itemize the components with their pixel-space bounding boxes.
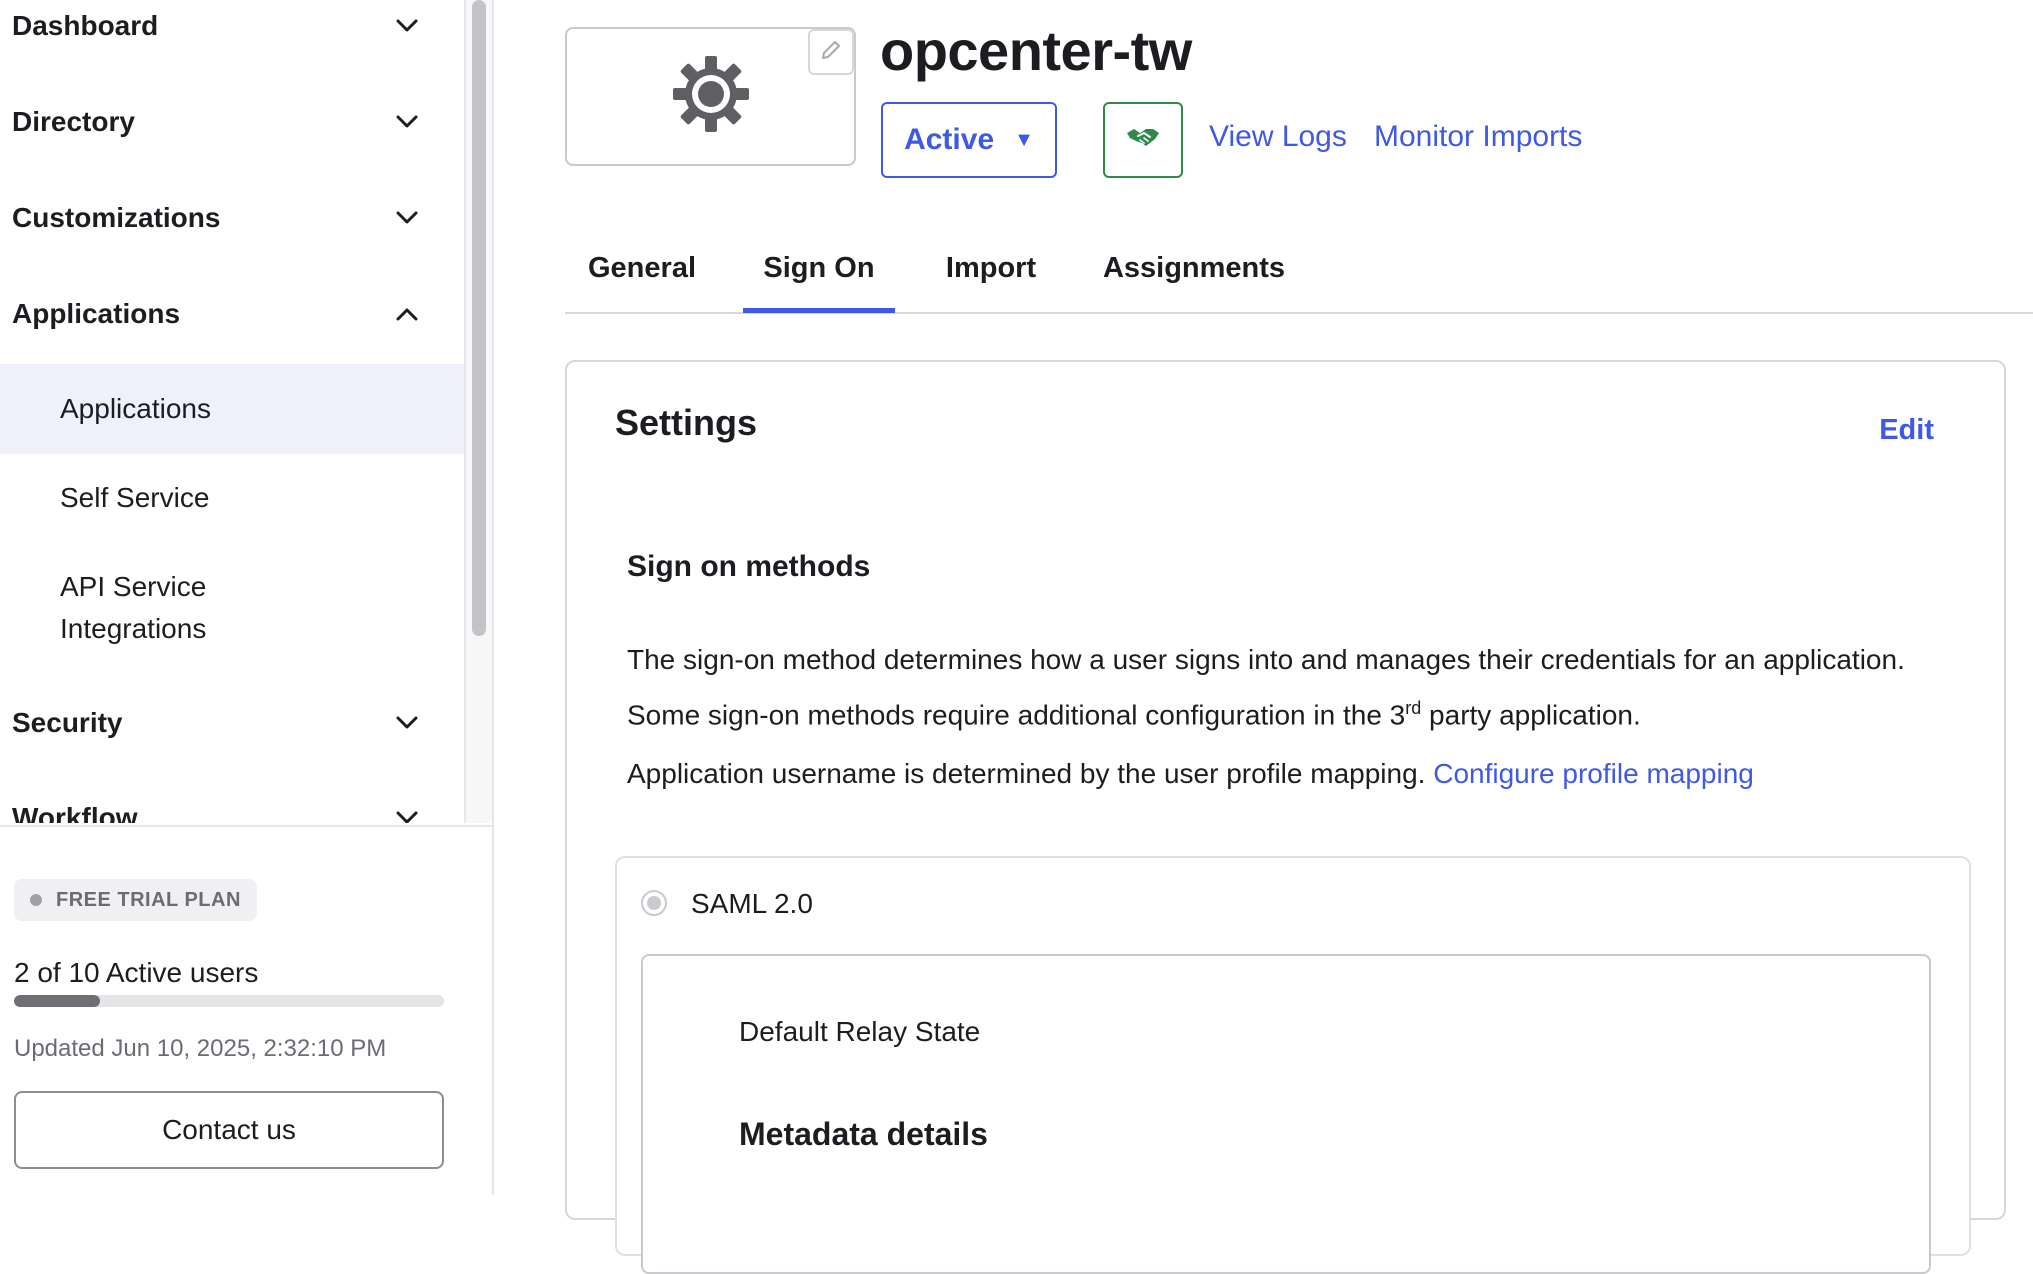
last-updated-timestamp: Updated Jun 10, 2025, 2:32:10 PM <box>14 1035 387 1062</box>
app-title: opcenter-tw <box>880 19 1192 82</box>
sidebar-item-self-service[interactable]: Self Service <box>0 477 464 519</box>
saml-radio-label: SAML 2.0 <box>691 888 813 919</box>
chevron-down-icon <box>392 11 422 41</box>
chevron-down-icon <box>392 803 422 823</box>
sidebar-footer: FREE TRIAL PLAN 2 of 10 Active users Upd… <box>0 825 492 1197</box>
sidebar-section-label: Dashboard <box>12 10 159 41</box>
chevron-down-icon <box>392 203 422 233</box>
sidebar-scrollbar-thumb[interactable] <box>472 0 486 636</box>
settings-card: Settings Edit Sign on methods The sign-o… <box>565 360 2006 1274</box>
sign-on-methods-heading: Sign on methods <box>627 550 871 583</box>
profile-mapping-line: Application username is determined by th… <box>627 758 1754 790</box>
sidebar-section-applications[interactable]: Applications <box>12 284 422 344</box>
metadata-details-heading: Metadata details <box>739 1116 988 1152</box>
sidebar-section-label: Directory <box>12 106 135 137</box>
sidebar-section-customizations[interactable]: Customizations <box>12 188 422 248</box>
sidebar-item-label: Applications <box>60 393 211 424</box>
active-users-count: 2 of 10 Active users <box>14 957 259 988</box>
default-relay-state-label: Default Relay State <box>739 1016 981 1047</box>
gear-icon <box>671 54 751 139</box>
pencil-icon <box>819 38 843 67</box>
configure-profile-mapping-link[interactable]: Configure profile mapping <box>1433 758 1754 789</box>
saml-radio[interactable] <box>641 890 667 916</box>
status-dropdown[interactable]: Active ▼ <box>881 102 1057 178</box>
contact-us-button[interactable]: Contact us <box>14 1091 444 1169</box>
profile-mapping-text: Application username is determined by th… <box>627 758 1426 789</box>
sign-on-description: The sign-on method determines how a user… <box>627 636 1947 739</box>
active-users-progress-fill <box>14 995 100 1007</box>
ordinal-suffix: rd <box>1405 698 1422 718</box>
sign-on-method-saml: SAML 2.0 Default Relay State Metadata de… <box>615 856 1971 1274</box>
sidebar-item-label: Self Service <box>60 482 210 513</box>
tab-import[interactable]: Import <box>943 240 1039 312</box>
sidebar-section-label: Security <box>12 707 123 738</box>
sidebar-section-dashboard[interactable]: Dashboard <box>12 0 422 56</box>
edit-logo-button[interactable] <box>808 29 854 75</box>
tab-sign-on[interactable]: Sign On <box>743 240 895 313</box>
sidebar-section-label: Customizations <box>12 202 221 233</box>
status-dropdown-label: Active <box>904 123 995 156</box>
settings-title: Settings <box>615 402 758 443</box>
sidebar-item-api-service-integrations[interactable]: API Service Integrations <box>0 566 320 650</box>
chevron-up-icon <box>392 299 422 329</box>
edit-settings-link[interactable]: Edit <box>1879 414 1934 447</box>
status-dot-icon <box>30 894 42 906</box>
sign-on-description-text: The sign-on method determines how a user… <box>627 644 1905 731</box>
plan-badge: FREE TRIAL PLAN <box>14 879 257 921</box>
sidebar: Dashboard Directory Customizations Appli… <box>0 0 494 1197</box>
radio-selected-dot <box>647 896 661 910</box>
provisioning-button[interactable] <box>1103 102 1183 178</box>
sidebar-item-label: API Service Integrations <box>60 571 207 644</box>
sidebar-section-security[interactable]: Security <box>12 693 422 753</box>
sidebar-section-label: Applications <box>12 298 181 329</box>
sidebar-section-directory[interactable]: Directory <box>12 92 422 152</box>
tab-general[interactable]: General <box>588 240 696 312</box>
sidebar-item-applications[interactable]: Applications <box>0 364 464 454</box>
monitor-imports-link[interactable]: Monitor Imports <box>1374 120 1582 154</box>
saml-details-panel: Default Relay State Metadata details <box>641 954 1931 1274</box>
app-logo <box>565 27 856 166</box>
caret-down-icon: ▼ <box>1014 128 1034 151</box>
chevron-down-icon <box>392 107 422 137</box>
sidebar-section-label: Workflow <box>12 802 138 823</box>
sidebar-nav: Dashboard Directory Customizations Appli… <box>0 0 466 823</box>
active-users-progress <box>14 995 444 1007</box>
sign-on-description-end: party application. <box>1421 699 1641 731</box>
handshake-icon <box>1126 127 1160 154</box>
sidebar-section-workflow[interactable]: Workflow <box>12 788 422 823</box>
plan-badge-label: FREE TRIAL PLAN <box>56 888 241 911</box>
view-logs-link[interactable]: View Logs <box>1209 120 1347 154</box>
chevron-down-icon <box>392 708 422 738</box>
app-tabs: General Sign On Import Assignments <box>565 240 2033 314</box>
tab-assignments[interactable]: Assignments <box>1103 240 1285 312</box>
